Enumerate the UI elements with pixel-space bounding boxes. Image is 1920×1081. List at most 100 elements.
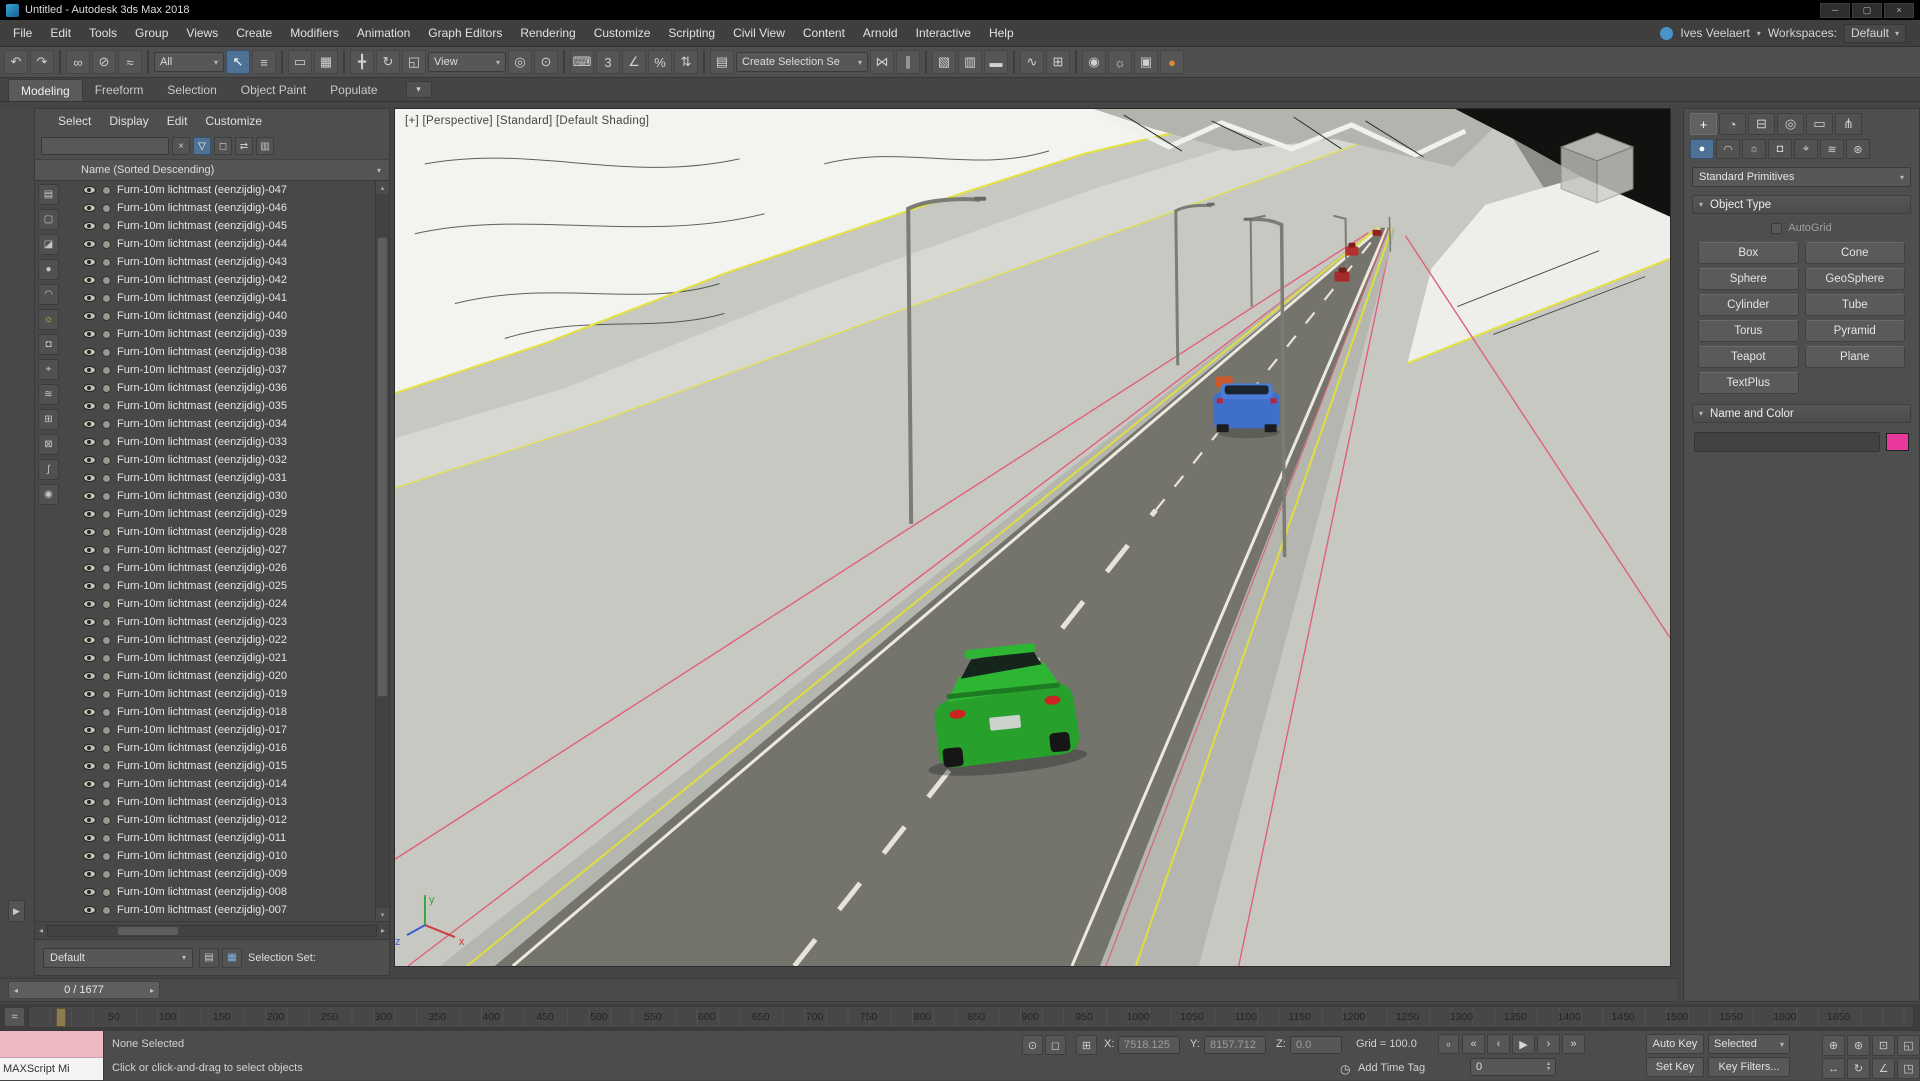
shapes-category[interactable]: ◠ [1716, 139, 1740, 159]
explorer-menu-item[interactable]: Select [49, 114, 100, 128]
display-groups-icon[interactable]: ⊞ [38, 409, 59, 430]
visibility-eye-icon[interactable] [83, 240, 96, 248]
menubar-item[interactable]: Group [126, 26, 177, 40]
visibility-eye-icon[interactable] [83, 222, 96, 230]
ribbon-tab[interactable]: Populate [318, 79, 389, 101]
menubar-item[interactable]: Modifiers [281, 26, 348, 40]
lock-explorer-icon[interactable]: ◻ [214, 137, 232, 155]
display-xrefs-icon[interactable]: ⊠ [38, 434, 59, 455]
named-selection-dropdown[interactable]: Create Selection Se▾ [736, 52, 868, 72]
sync-selection-icon[interactable]: ⇄ [235, 137, 253, 155]
angle-snap-icon[interactable]: ∠ [622, 50, 646, 74]
go-to-end-button[interactable]: » [1562, 1034, 1585, 1054]
visibility-eye-icon[interactable] [83, 366, 96, 374]
scene-object-row[interactable]: Furn-10m lichtmast (eenzijdig)-043 [65, 253, 375, 271]
layer-explorer-icon[interactable]: ▧ [932, 50, 956, 74]
visibility-eye-icon[interactable] [83, 546, 96, 554]
scene-object-row[interactable]: Furn-10m lichtmast (eenzijdig)-030 [65, 487, 375, 505]
layer-manager-icon[interactable]: ▤ [199, 948, 219, 968]
explorer-menu-item[interactable]: Edit [158, 114, 197, 128]
scroll-right-icon[interactable]: ▸ [381, 926, 385, 935]
visibility-eye-icon[interactable] [83, 276, 96, 284]
y-coordinate-field[interactable]: 8157.712 [1204, 1036, 1266, 1054]
visibility-eye-icon[interactable] [83, 852, 96, 860]
scene-object-row[interactable]: Furn-10m lichtmast (eenzijdig)-033 [65, 433, 375, 451]
use-pivot-point-icon[interactable]: ◎ [508, 50, 532, 74]
visibility-eye-icon[interactable] [83, 654, 96, 662]
keyboard-override-icon[interactable]: ⌨ [570, 50, 594, 74]
menubar-item[interactable]: Scripting [659, 26, 724, 40]
menubar-item[interactable]: Content [794, 26, 854, 40]
visibility-eye-icon[interactable] [83, 420, 96, 428]
scroll-left-icon[interactable]: ◂ [39, 926, 43, 935]
previous-frame-button[interactable]: ‹ [1487, 1034, 1510, 1054]
align-icon[interactable]: ∥ [896, 50, 920, 74]
pin-explorer-icon[interactable]: ◉ [38, 484, 59, 505]
zoom-all-button[interactable]: ⊛ [1847, 1035, 1870, 1056]
current-frame-marker[interactable] [56, 1008, 66, 1027]
scene-object-row[interactable]: Furn-10m lichtmast (eenzijdig)-013 [65, 793, 375, 811]
object-type-button[interactable]: Cylinder [1698, 294, 1799, 316]
systems-category[interactable]: ⊛ [1846, 139, 1870, 159]
menubar-item[interactable]: Tools [80, 26, 126, 40]
explorer-menu-item[interactable]: Display [100, 114, 157, 128]
visibility-eye-icon[interactable] [83, 870, 96, 878]
render-production-icon[interactable]: ● [1160, 50, 1184, 74]
visibility-eye-icon[interactable] [83, 762, 96, 770]
previous-frame-arrow-icon[interactable]: ◂ [14, 986, 18, 995]
view-cube[interactable] [1561, 133, 1633, 203]
explorer-horizontal-scrollbar[interactable]: ◂ ▸ [35, 921, 389, 939]
scene-object-row[interactable]: Furn-10m lichtmast (eenzijdig)-019 [65, 685, 375, 703]
explorer-column-header[interactable]: Name (Sorted Descending) ▾ [35, 159, 389, 181]
scene-object-row[interactable]: Furn-10m lichtmast (eenzijdig)-029 [65, 505, 375, 523]
visibility-eye-icon[interactable] [83, 744, 96, 752]
go-to-start-button[interactable]: « [1462, 1034, 1485, 1054]
reference-coordinate-dropdown[interactable]: View▾ [428, 52, 506, 72]
scene-object-row[interactable]: Furn-10m lichtmast (eenzijdig)-022 [65, 631, 375, 649]
visibility-eye-icon[interactable] [83, 384, 96, 392]
time-slider-track[interactable]: ◂ 0 / 1677 ▸ [0, 978, 1677, 1002]
menubar-item[interactable]: Customize [585, 26, 660, 40]
object-name-field[interactable] [1694, 432, 1880, 452]
select-all-icon[interactable]: ▤ [38, 184, 59, 205]
scene-object-row[interactable]: Furn-10m lichtmast (eenzijdig)-047 [65, 181, 375, 199]
lock-selection-icon[interactable]: ◻ [1045, 1035, 1066, 1055]
scene-object-row[interactable]: Furn-10m lichtmast (eenzijdig)-008 [65, 883, 375, 901]
redo-icon[interactable]: ↷ [30, 50, 54, 74]
next-frame-button[interactable]: › [1537, 1034, 1560, 1054]
selection-filter-dropdown[interactable]: All▾ [154, 52, 224, 72]
scene-object-row[interactable]: Furn-10m lichtmast (eenzijdig)-024 [65, 595, 375, 613]
menubar-item[interactable]: Help [980, 26, 1023, 40]
scroll-down-icon[interactable]: ▾ [376, 908, 389, 921]
track-bar[interactable]: ≈ 50100150200250300350400450500550600650… [0, 1004, 1920, 1030]
object-type-button[interactable]: Teapot [1698, 346, 1799, 368]
menubar-item[interactable]: Views [177, 26, 227, 40]
orbit-button[interactable]: ↻ [1847, 1058, 1870, 1079]
scene-object-row[interactable]: Furn-10m lichtmast (eenzijdig)-037 [65, 361, 375, 379]
timeline-ruler[interactable]: 5010015020025030035040045050055060065070… [28, 1006, 1914, 1028]
select-and-move-icon[interactable]: ╋ [350, 50, 374, 74]
mirror-icon[interactable]: ⋈ [870, 50, 894, 74]
scene-object-row[interactable]: Furn-10m lichtmast (eenzijdig)-042 [65, 271, 375, 289]
scene-object-row[interactable]: Furn-10m lichtmast (eenzijdig)-035 [65, 397, 375, 415]
primitive-type-dropdown[interactable]: Standard Primitives ▾ [1692, 167, 1911, 187]
object-type-button[interactable]: Box [1698, 242, 1799, 264]
bind-to-space-warp-icon[interactable]: ≈ [118, 50, 142, 74]
visibility-eye-icon[interactable] [83, 204, 96, 212]
auto-key-button[interactable]: Auto Key [1646, 1034, 1704, 1054]
scene-object-row[interactable]: Furn-10m lichtmast (eenzijdig)-014 [65, 775, 375, 793]
object-type-button[interactable]: Sphere [1698, 268, 1799, 290]
visibility-eye-icon[interactable] [83, 456, 96, 464]
rendered-frame-icon[interactable]: ▣ [1134, 50, 1158, 74]
visibility-eye-icon[interactable] [83, 402, 96, 410]
select-and-rotate-icon[interactable]: ↻ [376, 50, 400, 74]
ribbon-tab[interactable]: Selection [155, 79, 228, 101]
menubar-item[interactable]: Interactive [907, 26, 980, 40]
motion-tab[interactable]: ◎ [1777, 113, 1804, 135]
layer-dropdown[interactable]: Default ▾ [43, 948, 193, 968]
display-lights-icon[interactable]: ☼ [38, 309, 59, 330]
helpers-category[interactable]: ⌖ [1794, 139, 1818, 159]
scene-object-row[interactable]: Furn-10m lichtmast (eenzijdig)-045 [65, 217, 375, 235]
scene-object-row[interactable]: Furn-10m lichtmast (eenzijdig)-046 [65, 199, 375, 217]
visibility-eye-icon[interactable] [83, 312, 96, 320]
